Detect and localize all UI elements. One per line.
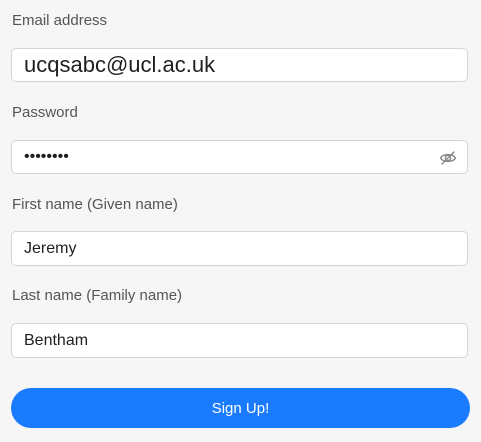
first-name-label: First name (Given name) <box>12 196 178 213</box>
email-label: Email address <box>12 12 108 29</box>
password-label: Password <box>12 104 78 121</box>
password-field[interactable]: •••••••• <box>11 140 468 174</box>
last-name-label: Last name (Family name) <box>12 287 183 304</box>
last-name-field[interactable]: Bentham <box>11 323 468 358</box>
email-value: ucqsabc@ucl.ac.uk <box>24 52 216 77</box>
first-name-field[interactable]: Jeremy <box>11 231 468 266</box>
password-value: •••••••• <box>24 148 69 165</box>
first-name-value: Jeremy <box>24 239 77 257</box>
sign-up-button[interactable]: Sign Up! <box>11 388 470 428</box>
last-name-value: Bentham <box>24 331 89 349</box>
email-field[interactable]: ucqsabc@ucl.ac.uk <box>11 48 468 82</box>
eye-slash-icon[interactable] <box>439 149 457 167</box>
